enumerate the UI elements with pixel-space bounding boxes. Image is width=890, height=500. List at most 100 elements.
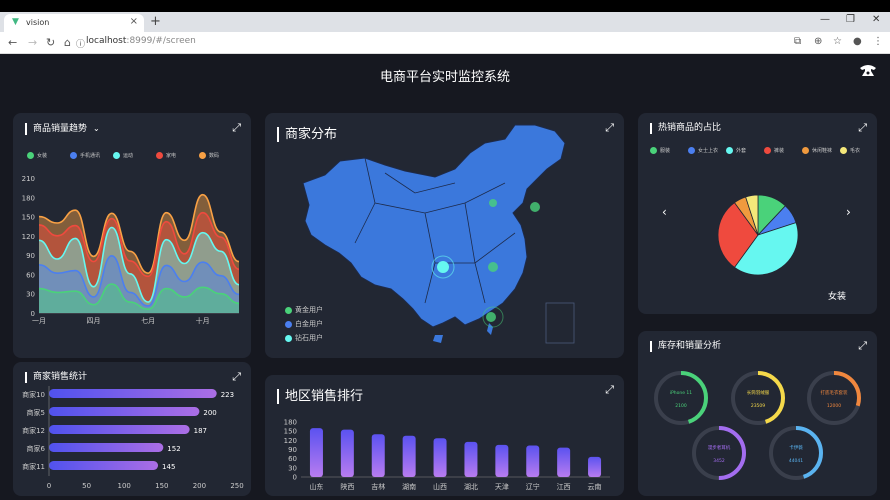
window-close-button[interactable]: ✕ [872, 14, 880, 25]
rank-bar [464, 441, 478, 477]
ring-product-name: 长筒羽绒服 [747, 389, 770, 396]
seller-value-label: 152 [167, 445, 180, 453]
seller-x-tick: 50 [82, 482, 91, 490]
seller-x-tick: 250 [230, 482, 243, 490]
rank-y-tick: 180 [284, 419, 297, 427]
x-tick-label: 七月 [141, 316, 155, 325]
rank-bar [526, 445, 540, 477]
zoom-icon[interactable]: ⊕ [814, 36, 822, 47]
rank-bar [588, 456, 602, 477]
rank-y-tick: 0 [293, 474, 297, 482]
x-tick-label: 四月 [87, 317, 101, 325]
seller-category-label: 商家6 [27, 444, 46, 453]
y-tick-label: 60 [26, 271, 35, 279]
legend-label: 白金用户 [295, 320, 323, 328]
page-title: 电商平台实时监控系统 [379, 70, 510, 85]
hot-category-label: 女装 [828, 292, 847, 302]
rank-bar [433, 438, 447, 477]
map-point-gold [486, 312, 496, 322]
seller-bar [49, 389, 217, 398]
menu-dots-icon[interactable]: ⋮ [873, 36, 883, 47]
rank-category-label: 山东 [309, 482, 323, 491]
rank-bar [371, 434, 385, 477]
map-point-gold [530, 202, 540, 212]
seller-bar [49, 461, 159, 470]
seller-x-tick: 150 [155, 482, 168, 490]
trend-chart: 2101801501209060300一月 四月 七月 十月 [22, 175, 240, 325]
address-bar: ← → ↻ ⌂ ⓘ localhost:8999/#/screen ⧉ ⊕ ☆ … [0, 32, 890, 54]
rank-bar [309, 428, 323, 477]
seller-bar [49, 425, 190, 434]
rank-category-label: 吉林 [371, 482, 385, 491]
bookmark-star-icon[interactable]: ☆ [833, 36, 842, 47]
theme-switch-icon[interactable] [858, 62, 878, 78]
new-tab-button[interactable]: + [150, 14, 161, 29]
ring-value: 3452 [713, 458, 725, 464]
rank-bar [402, 435, 416, 477]
y-tick-label: 120 [22, 233, 35, 241]
rank-category-label: 山西 [433, 482, 447, 491]
rank-bar [495, 444, 509, 477]
ring-product-name: 漫步者耳机 [708, 444, 731, 451]
seller-x-tick: 0 [47, 482, 51, 490]
reload-icon[interactable]: ↻ [46, 36, 55, 49]
rank-bar-chart: 180150120906030 0 山东 陕西 吉林 湖南 山西 湖北 天津 辽宁 江西 云南 [284, 419, 610, 491]
ring-product-name: 卡伊薇 [789, 444, 803, 451]
seller-value-label: 200 [203, 409, 216, 417]
rank-y-tick: 90 [288, 446, 297, 454]
browser-tab[interactable]: ▼ vision × [4, 14, 144, 32]
ring-value: 23509 [751, 403, 765, 409]
seller-category-label: 商家11 [22, 462, 45, 471]
rank-y-tick: 30 [288, 464, 297, 472]
stock-panel: 库存和销量分析 ⤢ iPhone 11 2100 长筒羽绒服 23509 打底毛衣套装 1… [638, 331, 877, 496]
hainan-shape [433, 335, 443, 343]
taiwan-shape [487, 323, 493, 335]
rank-category-label: 江西 [557, 483, 571, 491]
map-panel: 商家分布 ⤢ 黄金用户 白金用户 钻石用户 [265, 113, 624, 358]
south-sea-inset [545, 302, 575, 344]
back-arrow-icon[interactable]: ← [8, 36, 17, 49]
minimize-button[interactable]: — [820, 14, 830, 25]
seller-value-label: 145 [162, 463, 175, 471]
rank-category-label: 云南 [588, 482, 602, 491]
x-tick-label: 一月 [32, 317, 46, 325]
tab-title: vision [26, 18, 50, 27]
rank-bar [340, 429, 354, 477]
home-icon[interactable]: ⌂ [64, 36, 71, 49]
rank-y-tick: 60 [288, 455, 297, 463]
map-point-diamond [437, 261, 449, 273]
legend-item[interactable]: 黄金用户 [285, 305, 323, 315]
rank-y-tick: 150 [284, 428, 297, 436]
seller-category-label: 商家10 [22, 390, 45, 399]
tab-close-icon[interactable]: × [130, 16, 138, 27]
seller-bar-chart: 商家10 223 商家5 200 商家12 187 商家6 152 商家11 145 0 50 100 1… [22, 386, 244, 490]
seller-category-label: 商家12 [22, 426, 45, 435]
url-field[interactable]: localhost:8999/#/screen [86, 36, 196, 46]
seller-x-tick: 200 [193, 482, 206, 490]
ring-value: 44041 [789, 458, 803, 464]
stock-ring-charts: iPhone 11 2100 长筒羽绒服 23509 打底毛衣套装 12000 漫步者耳机 3… [654, 371, 861, 480]
seller-value-label: 223 [221, 391, 234, 399]
rank-category-label: 陕西 [340, 482, 354, 491]
url-host: localhost [86, 36, 127, 46]
legend-item[interactable]: 白金用户 [285, 319, 323, 329]
seller-bar [49, 407, 200, 416]
seller-bar [49, 443, 164, 452]
tab-strip: ▼ vision × + — ❐ ✕ [0, 12, 890, 32]
profile-icon[interactable]: ● [853, 36, 862, 47]
url-path: :8999/#/screen [126, 36, 196, 46]
x-tick-label: 十月 [196, 316, 210, 325]
china-mainland-shape [302, 124, 566, 328]
rank-category-label: 天津 [495, 483, 509, 491]
info-icon[interactable]: ⓘ [76, 37, 85, 50]
hot-panel: 热销商品的占比 ⤢ 服装 女士上衣 外套 裤装 休闲鞋袜 毛衣 ‹ › 女装 [638, 113, 877, 314]
ring-product-name: iPhone 11 [670, 390, 692, 396]
map-point-gold [489, 199, 497, 207]
browser-window: ▼ vision × + — ❐ ✕ ← → ↻ ⌂ ⓘ localhost:8… [0, 12, 890, 500]
legend-item[interactable]: 钻石用户 [285, 333, 323, 343]
maximize-button[interactable]: ❐ [846, 14, 855, 25]
forward-arrow-icon[interactable]: → [28, 36, 37, 49]
y-tick-label: 180 [22, 194, 35, 202]
map-point-gold [488, 262, 498, 272]
translate-icon[interactable]: ⧉ [794, 36, 801, 47]
